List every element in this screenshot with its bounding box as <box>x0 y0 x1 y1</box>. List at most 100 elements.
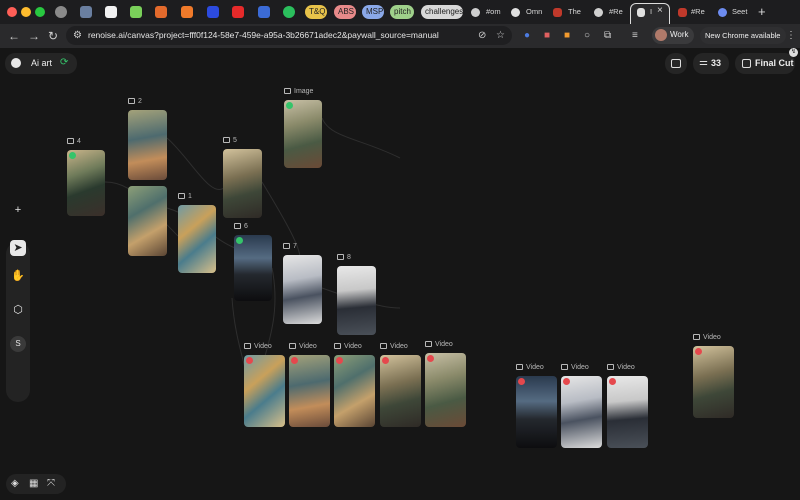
url-text[interactable]: renoise.ai/canvas?project=fff0f124-58e7-… <box>88 30 439 40</box>
node-label: Video <box>425 341 453 348</box>
image-node-image[interactable]: Image <box>284 88 322 168</box>
eye-off-icon[interactable]: ⊘ <box>478 30 486 42</box>
tab-fav-4-icon[interactable] <box>130 6 142 18</box>
bookmark-star-icon[interactable]: ☆ <box>496 30 505 42</box>
maximize-window-button[interactable] <box>35 7 45 17</box>
count-button[interactable]: ⚌ 33 <box>693 53 729 74</box>
hand-tool-icon[interactable]: ✋ <box>10 268 26 284</box>
site-info-icon[interactable]: ⚙ <box>73 30 82 42</box>
tab-pill-pitch[interactable]: pitch <box>390 5 414 19</box>
tab-fav-om-icon[interactable] <box>471 8 480 17</box>
tab-fav-6-icon[interactable] <box>181 6 193 18</box>
video-node-4[interactable]: Video <box>380 343 421 427</box>
tab-fav-7-icon[interactable] <box>207 6 219 18</box>
tab-spotify-icon[interactable] <box>283 6 295 18</box>
tab-fav-9-icon[interactable] <box>258 6 270 18</box>
status-badge <box>518 378 525 385</box>
video-node-8[interactable]: Video <box>607 364 648 448</box>
new-tab-icon[interactable]: + <box>758 4 766 19</box>
extension-4-icon[interactable]: ○ <box>584 30 590 42</box>
layers-button[interactable] <box>665 53 687 74</box>
video-node-2[interactable]: Video <box>289 343 330 427</box>
reload-icon[interactable]: ↻ <box>48 29 58 43</box>
video-node-6[interactable]: Video <box>516 364 557 448</box>
image-node-4[interactable]: 4 <box>67 138 105 216</box>
tab-fav-omn-icon[interactable] <box>511 8 520 17</box>
status-badge <box>336 357 343 364</box>
image-node-1[interactable]: 1 <box>178 193 216 273</box>
user-avatar-button[interactable]: S <box>10 336 26 352</box>
video-node-9[interactable]: Video <box>693 334 734 418</box>
chrome-menu-icon[interactable]: ⋮ <box>786 30 796 42</box>
tab-fav-re2-icon[interactable] <box>678 8 687 17</box>
tab-globe-icon[interactable] <box>55 6 67 18</box>
forward-icon[interactable]: → <box>28 29 40 43</box>
profile-chip[interactable]: Work <box>652 27 694 44</box>
tab-pill-msp[interactable]: MSP <box>362 5 384 19</box>
sliders-icon: ⚌ <box>699 57 708 68</box>
image-node-2[interactable]: 2 <box>128 98 167 180</box>
video-node-5[interactable]: Video <box>425 341 466 427</box>
tab-re1-label[interactable]: #Re <box>609 7 623 16</box>
tab-fav-re1-icon[interactable] <box>594 8 603 17</box>
tab-close-icon[interactable]: × <box>657 5 663 16</box>
extension-2-icon[interactable]: ■ <box>544 30 550 42</box>
project-chip[interactable]: Ai art ⟳ <box>5 53 77 74</box>
tab-fav-2-icon[interactable] <box>80 6 92 18</box>
tab-bar: T&Q ABS MSP pitch challenges #om Omn The… <box>0 0 800 24</box>
notification-dot-icon[interactable]: ↯ <box>789 48 798 57</box>
node-label: 8 <box>337 254 351 261</box>
video-node-7[interactable]: Video <box>561 364 602 448</box>
tab-the-label[interactable]: The <box>568 7 581 16</box>
final-cut-label: Final Cut <box>755 58 794 68</box>
tab-seet-label[interactable]: Seet <box>732 7 747 16</box>
fit-screen-icon[interactable]: ⤧ <box>47 478 55 489</box>
grid-icon[interactable]: ▦ <box>29 478 38 489</box>
panel-icon <box>671 59 681 68</box>
back-icon[interactable]: ← <box>8 29 20 43</box>
tab-re2-label[interactable]: #Re <box>691 7 705 16</box>
add-node-icon[interactable]: + <box>10 202 26 218</box>
select-tool-icon[interactable]: ➤ <box>10 240 26 256</box>
tab-youtube-icon[interactable] <box>232 6 244 18</box>
extensions-puzzle-icon[interactable]: ⧉ <box>604 30 611 42</box>
thumbnail <box>67 150 105 216</box>
video-node-3[interactable]: Video <box>334 343 375 427</box>
canvas-app[interactable]: Ai art ⟳ ⚌ 33 Final Cut ↯ + ➤ ✋ ⬡ S ◈ ▦ … <box>0 48 800 500</box>
image-node-5[interactable]: 5 <box>223 137 262 218</box>
layers-stack-icon[interactable]: ◈ <box>11 478 19 489</box>
video-icon <box>244 343 251 349</box>
image-node-7[interactable]: 7 <box>283 243 322 324</box>
thumbnail <box>337 266 376 335</box>
tab-fav-seet-icon[interactable] <box>718 8 727 17</box>
image-icon <box>234 223 241 229</box>
reading-list-icon[interactable]: ≡ <box>632 30 638 42</box>
tab-omn-label[interactable]: Omn <box>526 7 542 16</box>
project-name: Ai art <box>31 58 53 68</box>
video-node-1[interactable]: Video <box>244 343 285 427</box>
tab-pill-challenges[interactable]: challenges <box>421 5 463 19</box>
image-node-6[interactable]: 6 <box>234 223 272 301</box>
extension-1-icon[interactable]: ● <box>524 30 530 42</box>
image-node-2b[interactable] <box>128 186 167 256</box>
image-icon <box>284 88 291 94</box>
tab-om-label[interactable]: #om <box>486 7 501 16</box>
profile-label: Work <box>670 30 689 39</box>
minimize-window-button[interactable] <box>21 7 31 17</box>
node-label: Video <box>289 343 317 350</box>
chrome-update-chip[interactable]: New Chrome available <box>700 27 786 44</box>
node-label: Video <box>380 343 408 350</box>
final-cut-button[interactable]: Final Cut <box>735 53 795 74</box>
status-badge <box>563 378 570 385</box>
image-node-8[interactable]: 8 <box>337 254 376 335</box>
tab-pill-tq[interactable]: T&Q <box>305 5 327 19</box>
close-window-button[interactable] <box>7 7 17 17</box>
tab-fav-5-icon[interactable] <box>155 6 167 18</box>
extension-3-icon[interactable]: ■ <box>564 30 570 42</box>
3d-box-icon[interactable]: ⬡ <box>10 302 26 318</box>
tab-fav-the-icon[interactable] <box>553 8 562 17</box>
tab-pill-abs[interactable]: ABS <box>334 5 356 19</box>
video-icon <box>516 364 523 370</box>
tab-fav-3-icon[interactable] <box>105 6 117 18</box>
image-icon <box>178 193 185 199</box>
